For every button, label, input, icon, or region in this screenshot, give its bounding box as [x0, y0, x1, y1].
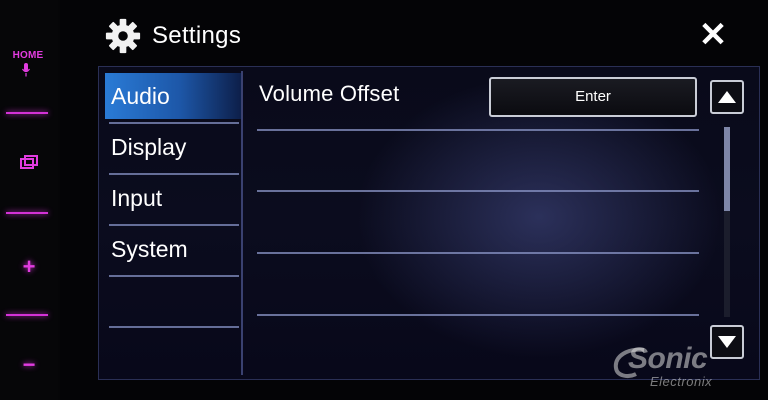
volume-down-button[interactable]: −	[0, 352, 58, 378]
watermark-brand: Sonic	[628, 342, 708, 375]
sidebar: Audio Display Input System	[103, 71, 241, 375]
row-separator	[257, 252, 699, 254]
screen-switch-icon[interactable]	[20, 155, 38, 169]
page-title: Settings	[152, 22, 242, 49]
hardware-button-strip: HOME + −	[0, 0, 58, 400]
hardware-divider	[6, 112, 48, 114]
sidebar-divider	[241, 71, 243, 375]
volume-up-button[interactable]: +	[0, 254, 58, 280]
sidebar-item-input[interactable]: Input	[105, 175, 241, 221]
row-separator	[257, 314, 699, 316]
sidebar-separator	[109, 326, 239, 328]
watermark-logo: Sonic Electronix	[610, 340, 762, 394]
sidebar-separator	[109, 275, 239, 277]
gear-icon	[105, 18, 141, 54]
settings-panel: Audio Display Input System Volume Offset…	[98, 66, 760, 380]
close-button[interactable]: ✕	[694, 18, 732, 52]
triangle-up-icon	[718, 91, 736, 103]
sidebar-item-audio[interactable]: Audio	[105, 73, 241, 119]
row-separator	[257, 129, 699, 131]
header: Settings	[104, 14, 241, 58]
microphone-icon[interactable]	[22, 63, 30, 77]
sidebar-item-system[interactable]: System	[105, 226, 241, 272]
volume-offset-label: Volume Offset	[259, 81, 400, 106]
hardware-divider	[6, 212, 48, 214]
row-separator	[257, 190, 699, 192]
scrollbar[interactable]	[724, 127, 730, 317]
scroll-thumb[interactable]	[724, 127, 730, 211]
home-button-label[interactable]: HOME	[6, 50, 50, 61]
hardware-divider	[6, 314, 48, 316]
enter-button[interactable]: Enter	[489, 77, 697, 117]
sidebar-item-display[interactable]: Display	[105, 124, 241, 170]
scroll-up-button[interactable]	[710, 80, 744, 114]
watermark-sub: Electronix	[650, 374, 713, 389]
